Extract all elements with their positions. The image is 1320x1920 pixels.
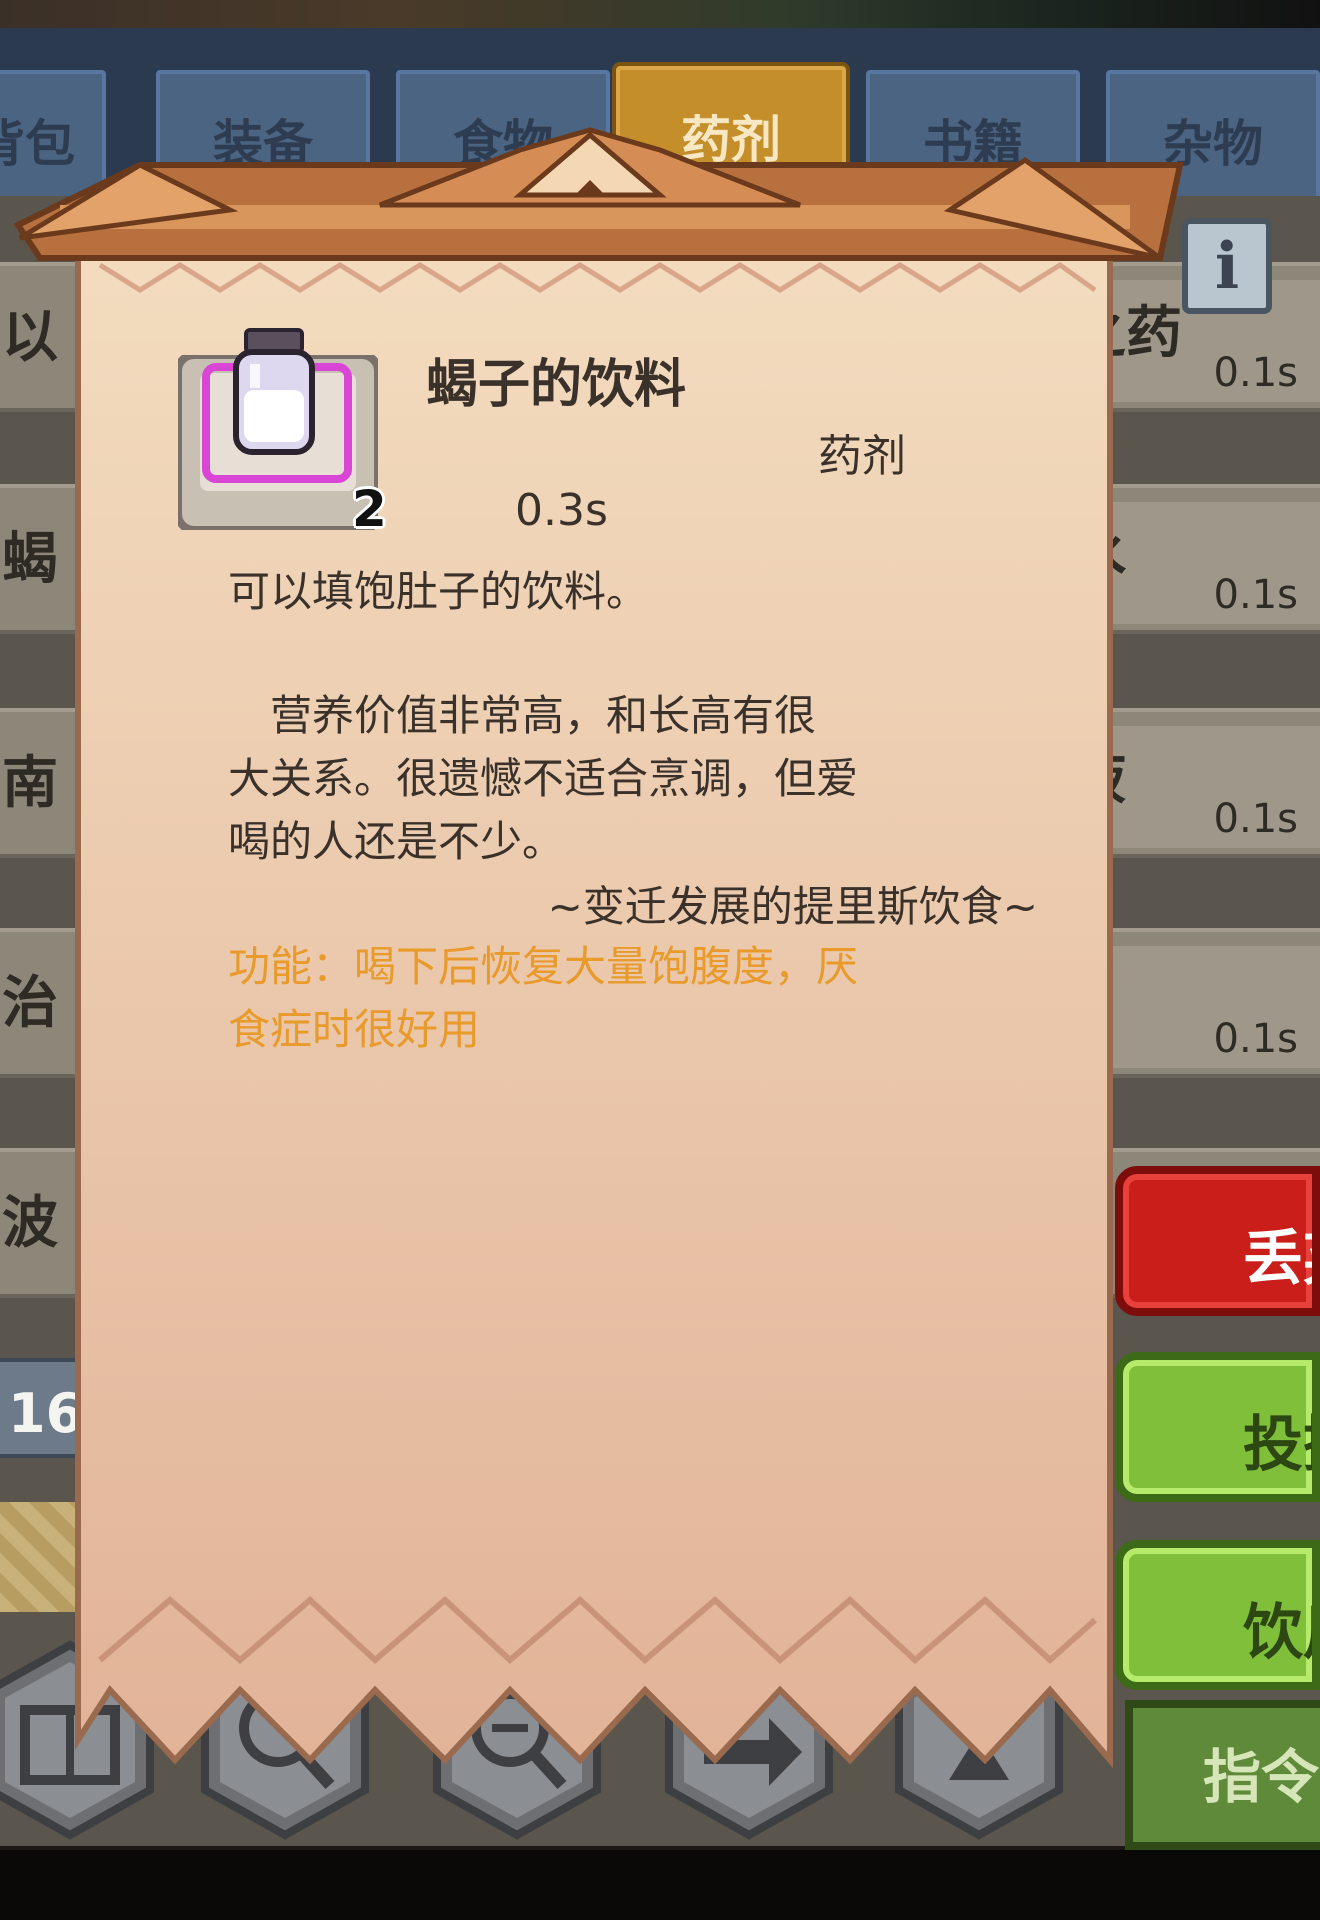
- item-summary: 可以填饱肚子的饮料。: [228, 567, 649, 616]
- wait-button[interactable]: [894, 1640, 1064, 1840]
- swap-button[interactable]: [664, 1640, 834, 1840]
- throw-label: 投掷: [1243, 1410, 1312, 1480]
- item-flavor-text: 营养价值非常高，和长高有很 大关系。很遗憾不适合烹调，但爱 喝的人还是不少。: [228, 684, 1048, 873]
- discard-button[interactable]: 丢弃: [1115, 1166, 1320, 1316]
- throw-button[interactable]: 投掷: [1115, 1352, 1320, 1502]
- swap-arrow-icon: [665, 1640, 833, 1840]
- category-tab-bar: 背包 装备 食物 药剂 书籍 杂物: [0, 28, 1320, 234]
- hourglass-icon: [895, 1640, 1063, 1840]
- list-item-name: 蝎: [2, 527, 58, 592]
- item-stack-count: 2: [352, 480, 387, 538]
- list-item-name-tail: 水: [1070, 523, 1126, 588]
- book-icon: [0, 1640, 154, 1840]
- milk-bottle-icon: [233, 328, 315, 455]
- tab-food[interactable]: 食物: [392, 66, 614, 216]
- info-button[interactable]: i: [1182, 218, 1272, 314]
- item-name: 蝎子的饮料: [426, 355, 687, 415]
- command-button[interactable]: 指令: [1125, 1700, 1320, 1850]
- tab-label: 药剂: [681, 111, 781, 169]
- tab-label: 书籍: [923, 115, 1023, 173]
- drink-label: 饮用: [1243, 1598, 1312, 1668]
- list-item-name: 波: [2, 1191, 58, 1256]
- list-item-time: 0.1s: [1213, 796, 1298, 842]
- item-quote: ~变迁发展的提里斯饮食~: [547, 882, 1038, 931]
- flavor-line: 营养价值非常高，和长高有很: [228, 691, 817, 740]
- drink-button[interactable]: 饮用: [1115, 1540, 1320, 1690]
- tab-label: 背包: [0, 115, 75, 173]
- tab-misc[interactable]: 杂物: [1102, 66, 1320, 216]
- list-item-name-tail: 液: [1070, 747, 1126, 812]
- function-line: 食症时很好用: [228, 1005, 481, 1054]
- item-function: 功能：喝下后恢复大量饱腹度，厌 食症时很好用: [228, 935, 988, 1061]
- command-label: 指令: [1203, 1743, 1320, 1811]
- list-item-time: 0.1s: [1213, 572, 1298, 618]
- game-screen: 背包 装备 食物 药剂 书籍 杂物 以 之药 0.1s 蝎 水 0.1s 南 液…: [0, 0, 1320, 1920]
- flavor-line: 大关系。很遗憾不适合烹调，但爱: [228, 754, 859, 803]
- list-item-name-tail: 之药: [1070, 301, 1182, 366]
- list-item-right: 0.1s: [1070, 946, 1320, 1068]
- book-button[interactable]: [0, 1640, 155, 1840]
- info-icon: i: [1214, 228, 1240, 304]
- zoom-out-button[interactable]: [432, 1640, 602, 1840]
- tab-label: 食物: [453, 115, 553, 173]
- list-item-time: 0.1s: [1213, 350, 1298, 396]
- tab-backpack[interactable]: 背包: [0, 66, 110, 216]
- list-item-name: 以: [2, 305, 58, 370]
- function-line: 功能：喝下后恢复大量饱腹度，厌: [228, 942, 859, 991]
- list-item-name: 南: [2, 751, 58, 816]
- magnify-minus-icon: [433, 1640, 601, 1840]
- list-count: 16: [8, 1382, 84, 1445]
- tab-label: 装备: [213, 115, 313, 173]
- tab-label: 杂物: [1163, 115, 1263, 173]
- flavor-line: 喝的人还是不少。: [228, 817, 565, 866]
- list-item-name: 治: [2, 971, 58, 1036]
- bottom-bar: [0, 1850, 1320, 1920]
- magnify-plus-icon: [201, 1640, 369, 1840]
- tab-books[interactable]: 书籍: [862, 66, 1084, 216]
- list-item-right: 水 0.1s: [1070, 502, 1320, 624]
- discard-label: 丢弃: [1243, 1224, 1312, 1294]
- decorative-strip: [0, 1502, 120, 1612]
- zoom-in-button[interactable]: [200, 1640, 370, 1840]
- list-item-right: 液 0.1s: [1070, 726, 1320, 848]
- tab-equipment[interactable]: 装备: [152, 66, 374, 216]
- item-category: 药剂: [818, 431, 906, 482]
- list-item-time: 0.1s: [1213, 1016, 1298, 1062]
- item-use-time: 0.3s: [515, 485, 608, 536]
- list-count-box: 16: [0, 1358, 110, 1458]
